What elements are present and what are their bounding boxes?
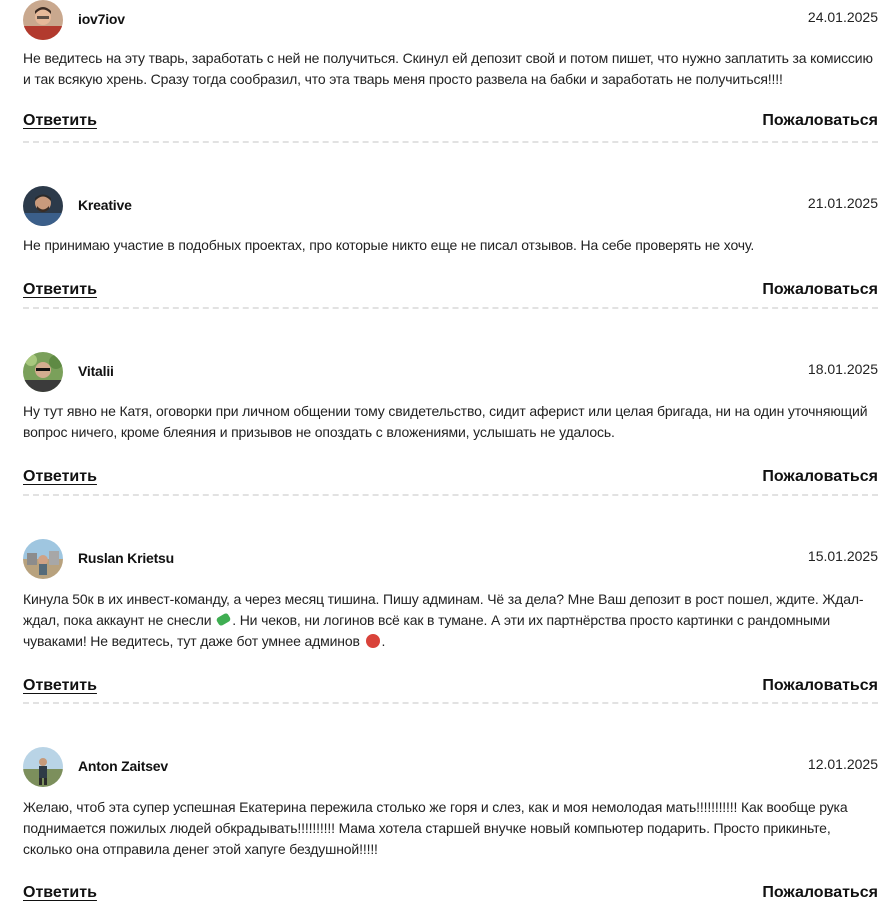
angry-face-icon bbox=[365, 634, 380, 648]
comment-header: Ruslan Krietsu 15.01.2025 bbox=[23, 539, 878, 579]
comment-text-part: . bbox=[381, 633, 386, 649]
comment-author: Vitalii bbox=[78, 363, 114, 379]
report-link[interactable]: Пожаловаться bbox=[762, 884, 878, 902]
comment-text: Желаю, чтоб эта супер успешная Екатерина… bbox=[23, 799, 848, 857]
comment-item: Vitalii 18.01.2025 Ну тут явно не Катя, … bbox=[23, 352, 878, 496]
avatar[interactable] bbox=[23, 747, 63, 787]
comment-date: 24.01.2025 bbox=[807, 9, 878, 25]
report-link[interactable]: Пожаловаться bbox=[762, 468, 878, 486]
comment-author: Anton Zaitsev bbox=[78, 758, 168, 774]
comment-actions: Ответить Пожаловаться bbox=[23, 112, 878, 136]
reply-link[interactable]: Ответить bbox=[23, 281, 97, 299]
money-with-wings-icon bbox=[215, 612, 232, 627]
comment-text: Не принимаю участие в подобных проектах,… bbox=[23, 237, 755, 253]
comment-actions: Ответить Пожаловаться bbox=[23, 281, 878, 305]
comment-author: iov7iov bbox=[78, 11, 125, 27]
comment-text: Ну тут явно не Катя, оговорки при личном… bbox=[23, 403, 868, 440]
comment-actions: Ответить Пожаловаться bbox=[23, 677, 878, 701]
comment-author: Ruslan Krietsu bbox=[78, 550, 174, 566]
avatar[interactable] bbox=[23, 0, 63, 40]
comment-text: Не ведитесь на эту тварь, заработать с н… bbox=[23, 50, 873, 87]
comment-text: Кинула 50к в их инвест-команду, а через … bbox=[23, 589, 878, 652]
reply-link[interactable]: Ответить bbox=[23, 112, 97, 130]
comment-header: Vitalii 18.01.2025 bbox=[23, 352, 878, 392]
comment-date: 12.01.2025 bbox=[807, 756, 878, 772]
comment-actions: Ответить Пожаловаться bbox=[23, 884, 878, 908]
divider bbox=[23, 494, 878, 496]
comment-actions: Ответить Пожаловаться bbox=[23, 468, 878, 492]
avatar[interactable] bbox=[23, 352, 63, 392]
comment-item: Ruslan Krietsu 15.01.2025 Кинула 50к в и… bbox=[23, 539, 878, 704]
report-link[interactable]: Пожаловаться bbox=[762, 281, 878, 299]
comment-date: 21.01.2025 bbox=[807, 195, 878, 211]
avatar[interactable] bbox=[23, 539, 63, 579]
reply-link[interactable]: Ответить bbox=[23, 884, 97, 902]
comment-header: Kreative 21.01.2025 bbox=[23, 186, 878, 226]
comment-item: Anton Zaitsev 12.01.2025 Желаю, чтоб эта… bbox=[23, 747, 878, 908]
divider bbox=[23, 141, 878, 143]
divider bbox=[23, 307, 878, 309]
reply-link[interactable]: Ответить bbox=[23, 677, 97, 695]
comment-author: Kreative bbox=[78, 197, 132, 213]
comment-item: iov7iov 24.01.2025 Не ведитесь на эту тв… bbox=[23, 0, 878, 143]
divider bbox=[23, 702, 878, 704]
comment-header: Anton Zaitsev 12.01.2025 bbox=[23, 747, 878, 787]
comment-item: Kreative 21.01.2025 Не принимаю участие … bbox=[23, 186, 878, 309]
report-link[interactable]: Пожаловаться bbox=[762, 112, 878, 130]
comment-header: iov7iov 24.01.2025 bbox=[23, 0, 878, 40]
reply-link[interactable]: Ответить bbox=[23, 468, 97, 486]
report-link[interactable]: Пожаловаться bbox=[762, 677, 878, 695]
comment-date: 18.01.2025 bbox=[807, 361, 878, 377]
comment-date: 15.01.2025 bbox=[807, 548, 878, 564]
avatar[interactable] bbox=[23, 186, 63, 226]
